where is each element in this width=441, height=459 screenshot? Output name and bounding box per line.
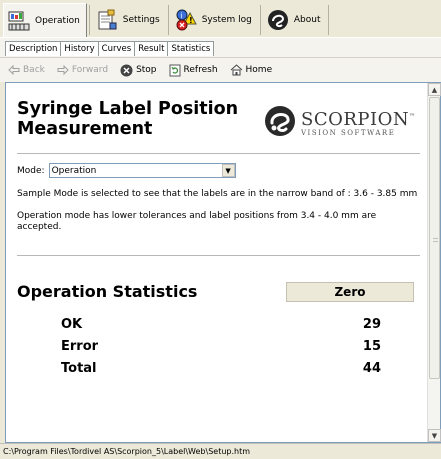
stop-label: Stop xyxy=(136,65,157,75)
tab-settings[interactable]: Settings xyxy=(92,3,166,37)
stat-value: 15 xyxy=(362,339,381,354)
forward-label: Forward xyxy=(71,65,109,75)
sample-mode-description: Sample Mode is selected to see that the … xyxy=(17,189,418,199)
status-bar: C:\Program Files\Tordivel AS\Scorpion_5\… xyxy=(0,443,441,459)
stop-button[interactable]: Stop xyxy=(120,64,157,77)
main-toolbar: Operation Settings i ! System log About xyxy=(0,0,441,37)
stat-label: Total xyxy=(61,361,97,376)
grip-icon xyxy=(433,238,438,242)
stat-label: OK xyxy=(61,317,83,332)
logo-trademark: ™ xyxy=(409,112,416,120)
mode-row: Mode: Operation ▼ xyxy=(17,163,420,178)
svg-text:i: i xyxy=(180,12,182,20)
statistics-title: Operation Statistics xyxy=(17,282,198,301)
tab-history[interactable]: History xyxy=(60,41,99,56)
toolbar-separator xyxy=(328,5,330,35)
toolbar-separator xyxy=(259,5,261,35)
tab-system-log[interactable]: i ! System log xyxy=(171,3,258,37)
tab-result[interactable]: Result xyxy=(134,41,169,56)
stat-row-error: Error 15 xyxy=(17,339,420,361)
page-content: Syringe Label Position Measurement SCORP… xyxy=(6,83,428,442)
logo-subtitle: VISION SOFTWARE xyxy=(301,128,396,137)
forward-arrow-icon xyxy=(57,65,69,75)
tab-about-label: About xyxy=(293,15,321,25)
operation-mode-description: Operation mode has lower tolerances and … xyxy=(17,211,377,232)
scroll-down-icon[interactable]: ▼ xyxy=(428,429,441,442)
refresh-label: Refresh xyxy=(183,65,218,75)
stop-icon xyxy=(120,64,133,77)
forward-button[interactable]: Forward xyxy=(57,65,108,75)
page-header: Syringe Label Position Measurement SCORP… xyxy=(17,83,420,153)
vertical-scrollbar[interactable]: ▲ ▼ xyxy=(427,83,441,442)
back-arrow-icon xyxy=(8,65,20,75)
refresh-icon xyxy=(169,64,181,77)
subtab-list: Description History Curves Result Statis… xyxy=(5,41,215,56)
tab-settings-label: Settings xyxy=(122,15,160,25)
mode-select[interactable]: Operation ▼ xyxy=(48,163,236,178)
tab-operation-label: Operation xyxy=(35,15,80,26)
zero-button[interactable]: Zero xyxy=(286,282,414,302)
tab-about[interactable]: About xyxy=(263,3,327,37)
tab-curves[interactable]: Curves xyxy=(97,41,136,56)
tab-operation[interactable]: Operation xyxy=(3,3,87,37)
scrollbar-thumb[interactable] xyxy=(429,97,440,379)
stat-value: 44 xyxy=(362,361,381,376)
statistics-header: Operation Statistics Zero xyxy=(17,256,420,308)
scorpion-logo-icon xyxy=(263,104,297,141)
toolbar-separator xyxy=(167,5,169,35)
stat-row-ok: OK 29 xyxy=(17,317,420,339)
browser-nav-bar: Back Forward Stop Refresh Home xyxy=(0,57,441,82)
home-label: Home xyxy=(245,65,273,75)
tab-system-log-label: System log xyxy=(201,15,252,25)
chevron-down-icon[interactable]: ▼ xyxy=(221,164,235,177)
home-icon xyxy=(230,64,243,76)
toolbar-separator xyxy=(88,5,90,35)
scroll-up-icon[interactable]: ▲ xyxy=(428,83,441,96)
system-log-icon: i ! xyxy=(175,9,197,31)
tab-description[interactable]: Description xyxy=(5,41,62,56)
stat-label: Error xyxy=(61,339,99,354)
operation-icon xyxy=(8,10,30,32)
subtab-bar: Description History Curves Result Statis… xyxy=(0,37,441,57)
about-icon xyxy=(267,9,289,31)
svg-text:!: ! xyxy=(189,16,193,25)
home-button[interactable]: Home xyxy=(230,64,273,76)
settings-icon xyxy=(96,9,118,31)
stat-value: 29 xyxy=(362,317,381,332)
web-content-frame: Syringe Label Position Measurement SCORP… xyxy=(5,82,441,443)
divider xyxy=(17,153,420,154)
refresh-button[interactable]: Refresh xyxy=(169,64,218,77)
back-label: Back xyxy=(23,65,45,75)
mode-label: Mode: xyxy=(17,165,45,176)
mode-select-value: Operation xyxy=(51,165,97,176)
page-title: Syringe Label Position Measurement xyxy=(17,99,239,139)
stat-row-total: Total 44 xyxy=(17,361,420,383)
back-button[interactable]: Back xyxy=(8,65,45,75)
scorpion-logo: SCORPION™ VISION SOFTWARE xyxy=(263,104,416,141)
tab-statistics[interactable]: Statistics xyxy=(167,41,215,56)
logo-name: SCORPION xyxy=(301,108,410,130)
